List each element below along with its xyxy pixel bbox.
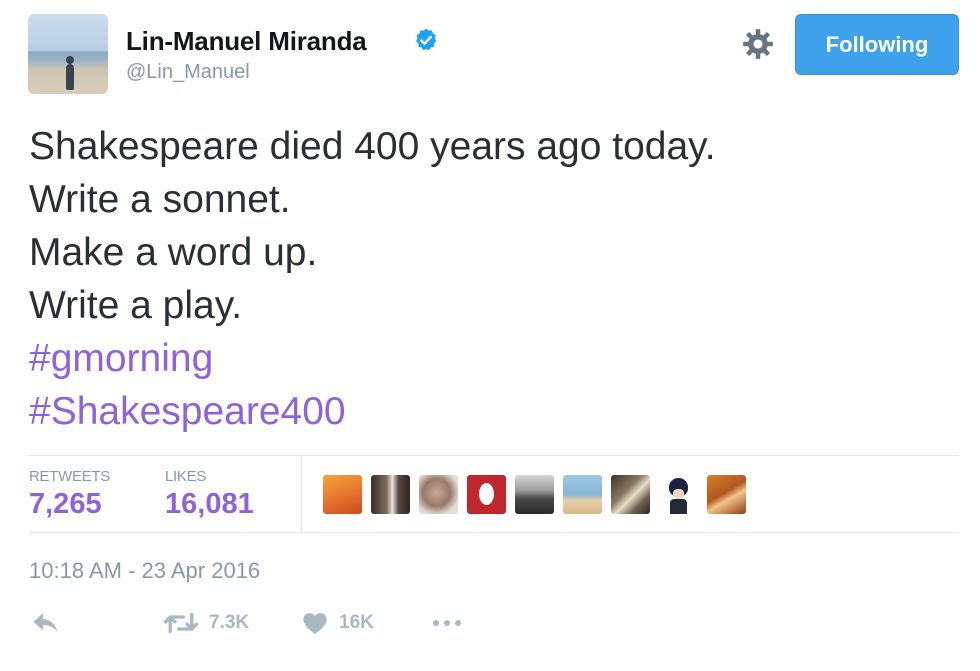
- reply-icon: [33, 613, 58, 632]
- liker-avatar[interactable]: [323, 475, 362, 514]
- hashtag-link[interactable]: #Shakespeare400: [29, 385, 716, 438]
- likes-count[interactable]: 16,081: [165, 488, 254, 521]
- like-count: 16K: [339, 612, 374, 633]
- following-button[interactable]: Following: [795, 14, 959, 75]
- liker-avatar[interactable]: [371, 475, 410, 514]
- liker-avatar[interactable]: [563, 475, 602, 514]
- verified-badge-icon: [416, 28, 437, 51]
- liker-avatar[interactable]: [611, 475, 650, 514]
- retweet-icon: [163, 612, 199, 634]
- author-avatar[interactable]: [28, 14, 108, 94]
- tweet-text: Shakespeare died 400 years ago today. Wr…: [29, 120, 716, 438]
- author-handle[interactable]: @Lin_Manuel: [126, 61, 250, 84]
- retweets-count[interactable]: 7,265: [29, 488, 102, 521]
- gear-icon[interactable]: [741, 27, 775, 61]
- more-icon: [433, 620, 461, 626]
- hashtag-link[interactable]: #gmorning: [29, 332, 716, 385]
- tweet-line: Shakespeare died 400 years ago today.: [29, 125, 716, 168]
- likes-label: LIKES: [165, 468, 207, 485]
- tweet-line: Make a word up.: [29, 231, 318, 274]
- author-name[interactable]: Lin-Manuel Miranda: [126, 26, 367, 57]
- heart-icon: [303, 613, 327, 635]
- tweet-line: Write a sonnet.: [29, 178, 291, 221]
- divider: [29, 532, 959, 533]
- divider: [29, 455, 959, 456]
- stats-divider: [301, 456, 302, 532]
- liker-avatar[interactable]: [467, 475, 506, 514]
- retweet-button[interactable]: 7.3K: [163, 609, 249, 637]
- avatar-figure: [66, 56, 74, 90]
- reply-button[interactable]: [31, 609, 61, 637]
- tweet-line: Write a play.: [29, 284, 243, 327]
- likers-avatars: [323, 475, 755, 514]
- liker-avatar[interactable]: [659, 475, 698, 514]
- retweets-label: RETWEETS: [29, 468, 110, 485]
- liker-avatar[interactable]: [515, 475, 554, 514]
- tweet-timestamp[interactable]: 10:18 AM - 23 Apr 2016: [29, 558, 260, 584]
- like-button[interactable]: 16K: [301, 609, 374, 637]
- liker-avatar[interactable]: [707, 475, 746, 514]
- more-button[interactable]: [430, 609, 464, 637]
- retweet-count: 7.3K: [209, 612, 250, 633]
- liker-avatar[interactable]: [419, 475, 458, 514]
